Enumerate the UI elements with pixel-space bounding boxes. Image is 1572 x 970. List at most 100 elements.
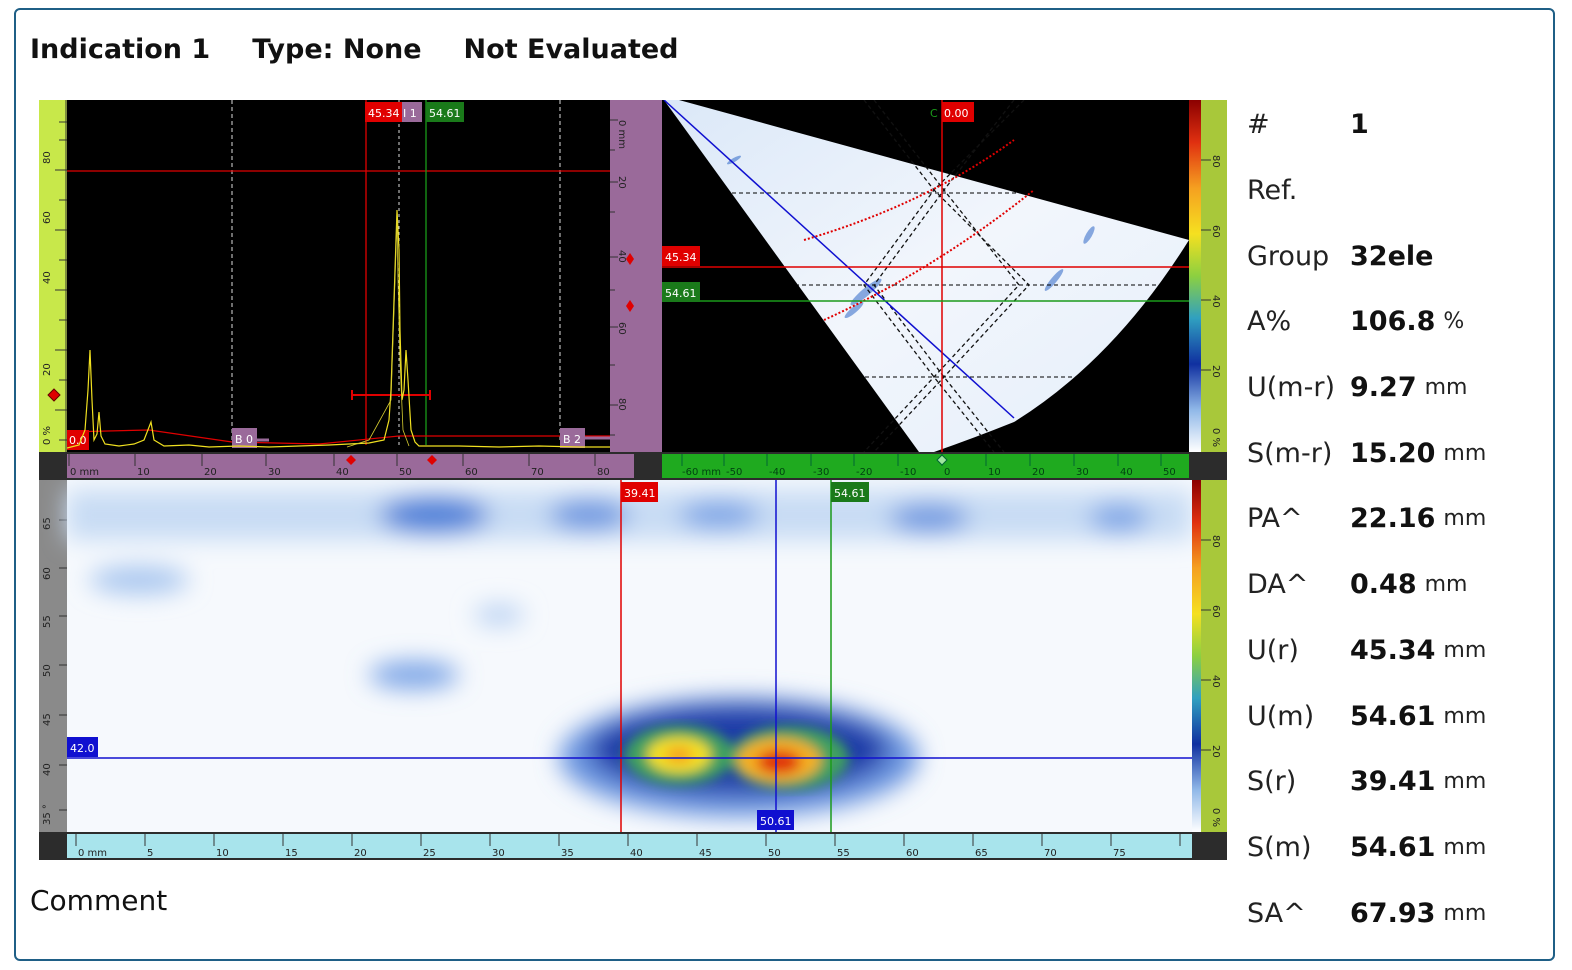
cscan-color-unit: 0 % [1210, 808, 1221, 827]
indication-properties: #1 Ref. Group 32ele A% 106.8% U(m-r) 9.27 mm S(m-… [1247, 92, 1547, 946]
sscan-x-tick-20: 20 [1032, 467, 1045, 478]
cscan-ref-value: 39.41 [624, 487, 656, 500]
amp-tick-40: 40 [42, 271, 53, 284]
ascan-x-tick-50: 50 [399, 467, 412, 478]
indication-title: Indication 1 [30, 34, 211, 65]
property-row: S(m-r) 15.20 mm [1247, 420, 1547, 486]
property-row: S(m) 54.61 mm [1247, 815, 1547, 881]
cscan-x-tick-15: 15 [285, 848, 298, 859]
property-row: SA^ 67.93 mm [1247, 880, 1547, 946]
ascan-x-scale: 0 mm 10 20 30 40 50 60 70 80 [39, 452, 634, 480]
cscan-x-tick-40: 40 [630, 848, 643, 859]
indication-type: Type: None [252, 34, 422, 65]
cscan-x-tick-10: 10 [216, 848, 229, 859]
property-unit: mm [1443, 769, 1487, 795]
property-unit: % [1443, 309, 1465, 335]
depth-ruler: 0 mm 20 40 60 80 [610, 100, 634, 452]
cscan-x-tick-55: 55 [837, 848, 850, 859]
property-value: 9.27 [1350, 372, 1417, 404]
amp-tick-60: 60 [42, 211, 53, 224]
amp-tick-20: 20 [42, 363, 53, 376]
property-label: S(m-r) [1247, 437, 1333, 469]
ascan-x-tick-40: 40 [336, 467, 349, 478]
sscan-color-scale [1189, 100, 1201, 452]
ascan-x-tick-0: 0 mm [70, 467, 99, 478]
ascan-x-tick-80: 80 [597, 467, 610, 478]
angle-tick-60: 60 [42, 567, 53, 580]
sscan-x-tick-10: 10 [988, 467, 1001, 478]
depth-meas-marker[interactable] [626, 300, 634, 312]
property-label: U(r) [1247, 634, 1299, 666]
property-row: #1 [1247, 92, 1547, 158]
ascan-view[interactable]: 80 60 40 20 0 % 45.34 I 1 54.61 B 0 B 2 [39, 100, 634, 452]
property-value: 39.41 [1350, 766, 1436, 798]
property-label: U(m-r) [1247, 372, 1335, 404]
sscan-x-scale: -60 mm -50 -40 -30 -20 -10 0 10 20 30 40… [634, 452, 1227, 480]
cscan-x-tick-5: 5 [147, 848, 153, 859]
sscan-color-tick-80: 80 [1210, 155, 1221, 168]
angle-tick-35: 35 ° [42, 804, 53, 825]
sscan-x-tick-m50: -50 [726, 467, 742, 478]
property-unit: mm [1424, 375, 1468, 401]
property-label: Group [1247, 240, 1330, 272]
sscan-x-tick-m30: -30 [813, 467, 829, 478]
sscan-color-tick-60: 60 [1210, 225, 1221, 238]
angle-tick-55: 55 [42, 615, 53, 628]
sscan-x-tick-50: 50 [1163, 467, 1176, 478]
cscan-x-tick-60: 60 [906, 848, 919, 859]
gate-b0-label: B 0 [235, 433, 253, 446]
meas-cursor-value: 54.61 [429, 107, 461, 120]
property-label: S(r) [1247, 766, 1297, 798]
property-unit: mm [1443, 637, 1487, 663]
property-label: U(m) [1247, 700, 1315, 732]
sscan-x-tick-m10: -10 [900, 467, 916, 478]
sscan-x-tick-0: 0 [944, 467, 950, 478]
cscan-view[interactable]: 65 60 55 50 45 40 35 ° 39.41 54.61 42.0 … [39, 480, 1227, 860]
cscan-angle-value: 42.0 [70, 742, 95, 755]
property-row: U(m) 54.61 mm [1247, 683, 1547, 749]
sscan-view[interactable]: C 0.00 45.34 54.61 80 60 40 20 0 % [634, 100, 1227, 452]
property-unit: mm [1424, 572, 1468, 598]
cscan-color-tick-60: 60 [1210, 605, 1221, 618]
property-row: Group 32ele [1247, 223, 1547, 289]
property-label: S(m) [1247, 831, 1312, 863]
depth-tick-40: 40 [616, 250, 627, 263]
property-value: 45.34 [1350, 634, 1436, 666]
property-row: U(r) 45.34 mm [1247, 618, 1547, 684]
amp-tick-80: 80 [42, 151, 53, 164]
sscan-color-tick-20: 20 [1210, 365, 1221, 378]
cscan-x-tick-25: 25 [423, 848, 436, 859]
sscan-x-tick-40: 40 [1120, 467, 1133, 478]
cscan-data-value: 50.61 [760, 815, 792, 828]
cscan-meas-value: 54.61 [834, 487, 866, 500]
property-unit: mm [1443, 834, 1487, 860]
property-value: 1 [1350, 109, 1369, 141]
property-row: PA^ 22.16 mm [1247, 486, 1547, 552]
cscan-x-tick-45: 45 [699, 848, 712, 859]
angle-tick-50: 50 [42, 664, 53, 677]
cscan-x-tick-20: 20 [354, 848, 367, 859]
property-label: # [1247, 109, 1270, 141]
ascan-x-tick-20: 20 [204, 467, 217, 478]
sscan-sector [664, 100, 1189, 452]
depth-unit: 0 mm [616, 120, 627, 149]
property-value: 54.61 [1350, 700, 1436, 732]
ascan-x-tick-60: 60 [465, 467, 478, 478]
angle-tick-40: 40 [42, 763, 53, 776]
property-unit: mm [1443, 506, 1487, 532]
angle-tick-45: 45 [42, 713, 53, 726]
sscan-c-value: 0.00 [944, 107, 969, 120]
cscan-x-tick-75: 75 [1113, 848, 1126, 859]
sscan-x-tick-m60: -60 mm [682, 467, 721, 478]
cscan-x-tick-30: 30 [492, 848, 505, 859]
property-value: 0.48 [1350, 569, 1417, 601]
property-label: PA^ [1247, 503, 1303, 535]
amp-unit: 0 % [42, 426, 53, 445]
gate-i-label: I 1 [403, 107, 417, 120]
ascan-x-tick-30: 30 [268, 467, 281, 478]
angle-ruler [39, 480, 67, 832]
property-unit: mm [1443, 440, 1487, 466]
sscan-x-tick-m20: -20 [856, 467, 872, 478]
cscan-x-tick-65: 65 [975, 848, 988, 859]
cscan-color-tick-40: 40 [1210, 675, 1221, 688]
